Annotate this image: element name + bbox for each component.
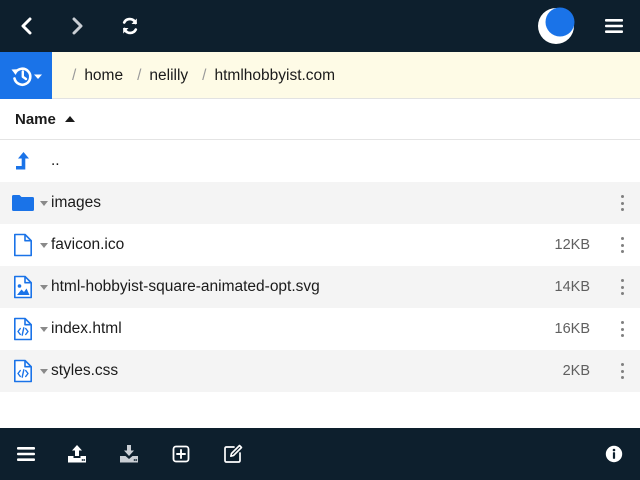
history-button[interactable]	[0, 52, 52, 99]
row-dropdown-caret-icon[interactable]	[40, 201, 48, 206]
file-size: 16KB	[554, 321, 590, 337]
chevron-left-icon	[21, 17, 32, 35]
download-icon	[120, 445, 138, 463]
more-options-icon[interactable]	[614, 194, 630, 212]
more-options-icon[interactable]	[614, 278, 630, 296]
file-size: 2KB	[562, 363, 590, 379]
row-dropdown-caret-icon[interactable]	[40, 327, 48, 332]
file-name: styles.css	[51, 362, 119, 379]
file-name: html-hobbyist-square-animated-opt.svg	[51, 278, 320, 295]
more-options-icon[interactable]	[614, 236, 630, 254]
breadcrumb-item-htmlhobbyist[interactable]: htmlhobbyist.com	[214, 67, 335, 85]
info-button[interactable]	[594, 428, 634, 480]
file-list: .. images favicon.ico 12KB html-hobbyist…	[0, 140, 640, 392]
column-header: Name	[0, 99, 640, 140]
bottom-toolbar	[0, 428, 640, 480]
breadcrumb-separator: /	[137, 66, 142, 84]
hamburger-menu-icon	[605, 19, 623, 33]
list-item[interactable]: html-hobbyist-square-animated-opt.svg 14…	[0, 266, 640, 308]
info-icon	[605, 445, 623, 463]
plus-box-icon	[172, 445, 190, 463]
moon-icon	[538, 7, 575, 44]
image-file-icon	[14, 275, 32, 299]
code-file-icon	[14, 317, 32, 341]
chevron-right-icon	[72, 17, 83, 35]
more-options-icon[interactable]	[614, 362, 630, 380]
theme-toggle-button[interactable]	[530, 0, 582, 52]
sort-ascending-icon[interactable]	[64, 116, 75, 122]
new-item-button[interactable]	[161, 428, 201, 480]
breadcrumb-separator: /	[72, 66, 77, 84]
file-name: index.html	[51, 320, 122, 337]
hamburger-menu-icon	[17, 447, 35, 461]
breadcrumb-separator: /	[202, 66, 207, 84]
parent-folder-arrow-icon	[16, 152, 29, 170]
upload-icon	[68, 445, 86, 463]
history-icon	[11, 66, 42, 86]
parent-directory-row[interactable]: ..	[0, 140, 640, 182]
bottom-menu-button[interactable]	[6, 428, 46, 480]
edit-button[interactable]	[213, 428, 253, 480]
more-options-icon[interactable]	[614, 320, 630, 338]
breadcrumb: / home / nelilly / htmlhobbyist.com	[72, 52, 349, 99]
folder-icon	[12, 195, 34, 211]
refresh-button[interactable]	[104, 0, 156, 52]
sort-by-name-button[interactable]: Name	[15, 111, 56, 128]
file-size: 14KB	[554, 279, 590, 295]
top-toolbar	[0, 0, 640, 52]
file-name: ..	[51, 152, 60, 169]
file-name: favicon.ico	[51, 236, 125, 253]
row-dropdown-caret-icon[interactable]	[40, 285, 48, 290]
row-dropdown-caret-icon[interactable]	[40, 369, 48, 374]
breadcrumb-item-home[interactable]: home	[84, 67, 123, 85]
download-button[interactable]	[109, 428, 149, 480]
code-file-icon	[14, 359, 32, 383]
list-item[interactable]: index.html 16KB	[0, 308, 640, 350]
list-item[interactable]: styles.css 2KB	[0, 350, 640, 392]
main-menu-button[interactable]	[588, 0, 640, 52]
forward-button[interactable]	[51, 0, 103, 52]
list-item[interactable]: images	[0, 182, 640, 224]
path-bar: / home / nelilly / htmlhobbyist.com	[0, 52, 640, 99]
edit-icon	[224, 444, 243, 463]
file-name: images	[51, 194, 101, 211]
refresh-icon	[122, 17, 138, 35]
list-item[interactable]: favicon.ico 12KB	[0, 224, 640, 266]
breadcrumb-item-nelilly[interactable]: nelilly	[149, 67, 188, 85]
row-dropdown-caret-icon[interactable]	[40, 243, 48, 248]
upload-button[interactable]	[57, 428, 97, 480]
file-icon	[14, 233, 32, 257]
back-button[interactable]	[1, 0, 53, 52]
file-size: 12KB	[554, 237, 590, 253]
